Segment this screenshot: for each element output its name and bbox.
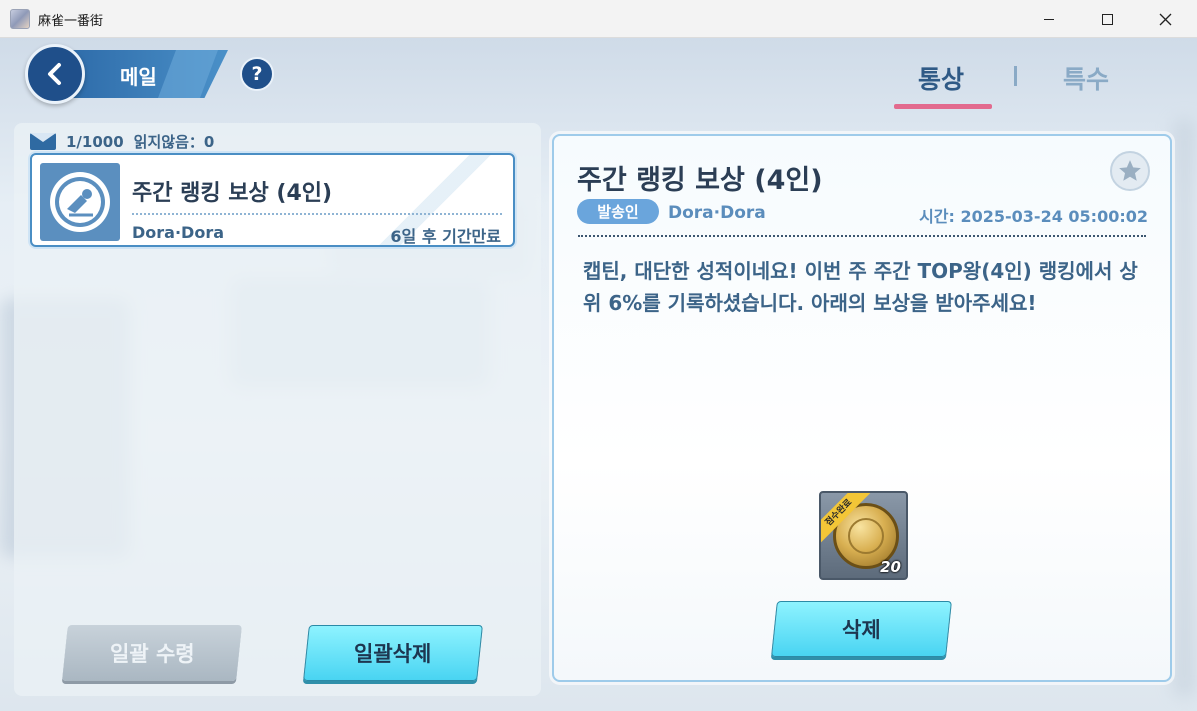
sent-time: 시간: 2025-03-24 05:00:02 xyxy=(919,207,1148,226)
tab-divider xyxy=(1014,66,1017,86)
receive-all-label: 일괄 수령 xyxy=(109,642,195,666)
divider xyxy=(578,235,1146,237)
mail-item-expire: 6일 후 기간만료 xyxy=(390,227,501,246)
maximize-icon xyxy=(1101,13,1113,25)
mail-item-title: 주간 랭킹 보상 (4인) xyxy=(132,181,333,206)
receive-all-button[interactable]: 일괄 수령 xyxy=(62,625,242,681)
sender-badge: 발송인 xyxy=(577,199,659,224)
mail-count: 1/1000 xyxy=(66,132,124,151)
delete-button[interactable]: 삭제 xyxy=(771,601,952,657)
detail-title: 주간 랭킹 보상 (4인) xyxy=(577,165,823,196)
star-icon xyxy=(1119,160,1141,181)
minimize-icon xyxy=(1044,18,1054,20)
favorite-button[interactable] xyxy=(1110,151,1150,191)
maximize-button[interactable] xyxy=(1078,0,1136,38)
tab-special[interactable]: 특수 xyxy=(1063,60,1109,96)
app-icon xyxy=(10,9,30,29)
minimize-button[interactable] xyxy=(1020,0,1078,38)
close-button[interactable] xyxy=(1136,0,1194,38)
delete-all-label: 일괄삭제 xyxy=(354,642,432,666)
unread-count: 읽지않음：0 xyxy=(133,133,215,151)
tab-normal[interactable]: 통상 xyxy=(918,60,964,96)
back-arrow-icon xyxy=(48,63,61,85)
mail-body: 캡틴, 대단한 성적이네요! 이번 주 주간 TOP왕(4인) 랭킹에서 상위 … xyxy=(583,259,1138,315)
reward-item[interactable]: 점수완료 20 xyxy=(819,491,908,580)
delete-all-button[interactable]: 일괄삭제 xyxy=(303,625,483,681)
sender-name: Dora·Dora xyxy=(668,203,766,223)
reward-medal-icon xyxy=(40,163,120,241)
help-button[interactable]: ? xyxy=(240,57,274,91)
page-title: 메일 xyxy=(120,65,157,89)
back-button[interactable] xyxy=(25,44,85,104)
window-title: 麻雀一番街 xyxy=(38,14,104,29)
divider xyxy=(132,213,502,215)
tab-active-underline xyxy=(894,104,992,109)
mail-list-item[interactable]: 주간 랭킹 보상 (4인) Dora·Dora 6일 후 기간만료 xyxy=(30,153,515,247)
window-titlebar: 麻雀一番街 xyxy=(0,0,1197,38)
close-icon xyxy=(1159,13,1171,25)
envelope-icon xyxy=(30,133,56,150)
reward-quantity: 20 xyxy=(880,558,901,576)
delete-label: 삭제 xyxy=(842,618,881,642)
mail-item-sender: Dora·Dora xyxy=(132,223,224,242)
background-decor xyxy=(1172,118,1197,698)
mail-count-row: 1/1000 읽지않음：0 xyxy=(30,131,214,152)
